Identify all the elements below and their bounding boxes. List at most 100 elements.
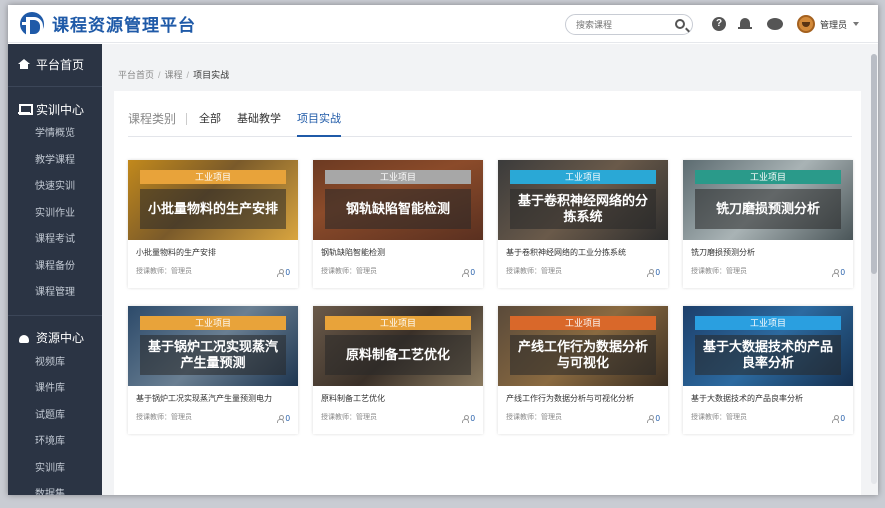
course-tag: 工业项目	[325, 170, 471, 184]
sidebar-item-quick[interactable]: 快速实训	[8, 174, 102, 201]
tab-basic[interactable]: 基础教学	[237, 101, 281, 137]
course-thumbnail[interactable]: 工业项目 铣刀磨损预测分析	[683, 160, 853, 240]
course-teacher: 授课教师：管理员	[321, 268, 377, 275]
top-header: 课程资源管理平台 ? 管理员	[8, 5, 878, 43]
sidebar-item-course-mgmt[interactable]: 课程管理	[8, 280, 102, 307]
course-thumb-title: 基于卷积神经网络的分拣系统	[510, 189, 656, 229]
course-card[interactable]: 工业项目 钢轨缺陷智能检测 钢轨缺陷智能检测 授课教师：管理员 0	[313, 160, 483, 288]
sidebar-item-backup[interactable]: 课程备份	[8, 254, 102, 281]
tab-projects[interactable]: 项目实战	[297, 101, 342, 137]
course-title[interactable]: 铣刀磨损预测分析	[691, 247, 853, 258]
cloud-icon	[18, 333, 30, 343]
chevron-down-icon[interactable]	[853, 22, 859, 26]
course-count-value: 0	[655, 414, 660, 423]
course-title[interactable]: 原料制备工艺优化	[321, 393, 483, 404]
breadcrumb-separator: /	[186, 70, 190, 80]
course-thumb-title: 原料制备工艺优化	[325, 335, 471, 375]
app-window: 课程资源管理平台 ? 管理员 平台首页 实训中心 学情概览 教学课程 快速实训 …	[8, 5, 878, 495]
course-tag: 工业项目	[510, 316, 656, 330]
sidebar-item-env[interactable]: 环境库	[8, 429, 102, 456]
search-icon[interactable]	[675, 19, 685, 29]
course-title[interactable]: 基于卷积神经网络的工业分拣系统	[506, 247, 668, 258]
bell-icon[interactable]	[738, 17, 752, 31]
course-thumb-title: 产线工作行为数据分析与可视化	[510, 335, 656, 375]
course-tag: 工业项目	[140, 316, 286, 330]
tab-all[interactable]: 全部	[199, 101, 221, 137]
sidebar-divider	[8, 314, 102, 316]
scrollbar-thumb[interactable]	[871, 54, 877, 274]
course-title[interactable]: 基于锅炉工况实现蒸汽产生量预测电力	[136, 393, 298, 404]
breadcrumb-course[interactable]: 课程	[165, 70, 183, 80]
course-title[interactable]: 钢轨缺陷智能检测	[321, 247, 483, 258]
course-teacher: 授课教师：管理员	[321, 414, 377, 421]
sidebar-item-slides[interactable]: 课件库	[8, 376, 102, 403]
course-enroll-count: 0	[461, 414, 475, 423]
course-teacher: 授课教师：管理员	[506, 268, 562, 275]
scrollbar[interactable]	[871, 54, 877, 484]
course-thumbnail[interactable]: 工业项目产线工作行为数据分析与可视化	[498, 306, 668, 386]
course-panel: 课程类别 全部 基础教学 项目实战 工业项目 小批量物料的生产安排 小批量物料的生产…	[114, 91, 861, 495]
course-card[interactable]: 工业项目 小批量物料的生产安排 小批量物料的生产安排 授课教师：管理员 0	[128, 160, 298, 288]
message-icon[interactable]	[767, 18, 783, 30]
avatar[interactable]	[797, 15, 815, 33]
sidebar-item-video[interactable]: 视频库	[8, 350, 102, 377]
sidebar-item-homework[interactable]: 实训作业	[8, 201, 102, 228]
sidebar-section-label: 实训中心	[36, 102, 85, 117]
sidebar-section-resources[interactable]: 资源中心	[8, 326, 102, 350]
course-enroll-count: 0	[831, 268, 845, 277]
category-tabs: 课程类别 全部 基础教学 项目实战	[128, 101, 852, 137]
course-card[interactable]: 工业项目基于卷积神经网络的分拣系统基于卷积神经网络的工业分拣系统授课教师：管理员…	[498, 160, 668, 288]
sidebar-item-labs[interactable]: 实训库	[8, 456, 102, 483]
category-label: 课程类别	[128, 112, 188, 125]
course-enroll-count: 0	[461, 268, 475, 277]
course-thumb-title: 小批量物料的生产安排	[140, 189, 286, 229]
sidebar-item-datasets[interactable]: 数据集	[8, 482, 102, 495]
search-input[interactable]	[576, 19, 666, 30]
course-thumb-title: 基于大数据技术的产品良率分析	[695, 335, 841, 375]
course-count-value: 0	[840, 268, 845, 277]
course-thumbnail[interactable]: 工业项目基于卷积神经网络的分拣系统	[498, 160, 668, 240]
sidebar-item-exam[interactable]: 课程考试	[8, 227, 102, 254]
breadcrumb-home[interactable]: 平台首页	[118, 70, 154, 80]
course-tag: 工业项目	[695, 316, 841, 330]
main-content: 平台首页 / 课程 / 项目实战 课程类别 全部 基础教学 项目实战 工业项目 小批量物料…	[102, 44, 878, 495]
course-thumbnail[interactable]: 工业项目 基于锅炉工况实现蒸汽产生量预测	[128, 306, 298, 386]
breadcrumb: 平台首页 / 课程 / 项目实战	[118, 68, 229, 81]
course-thumbnail[interactable]: 工业项目钢轨缺陷智能检测	[313, 160, 483, 240]
course-card[interactable]: 工业项目 基于大数据技术的产品良率分析 基于大数据技术的产品良率分析 授课教师：管理员…	[683, 306, 853, 434]
user-name[interactable]: 管理员	[820, 18, 847, 31]
course-thumbnail[interactable]: 工业项目小批量物料的生产安排	[128, 160, 298, 240]
course-count-value: 0	[655, 268, 660, 277]
sidebar-item-overview[interactable]: 学情概览	[8, 121, 102, 148]
user-icon	[276, 268, 284, 277]
course-tag: 工业项目	[140, 170, 286, 184]
course-card[interactable]: 工业项目 铣刀磨损预测分析 铣刀磨损预测分析 授课教师：管理员 0	[683, 160, 853, 288]
course-thumb-title: 钢轨缺陷智能检测	[325, 189, 471, 229]
breadcrumb-current: 项目实战	[193, 70, 230, 80]
user-icon	[461, 268, 469, 277]
app-title: 课程资源管理平台	[52, 16, 196, 35]
course-thumbnail[interactable]: 工业项目 原料制备工艺优化	[313, 306, 483, 386]
search-box[interactable]	[565, 14, 693, 35]
course-thumbnail[interactable]: 工业项目基于大数据技术的产品良率分析	[683, 306, 853, 386]
sidebar-item-teaching[interactable]: 教学课程	[8, 148, 102, 175]
course-card[interactable]: 工业项目 原料制备工艺优化 原料制备工艺优化 授课教师：管理员 0	[313, 306, 483, 434]
course-card[interactable]: 工业项目 基于锅炉工况实现蒸汽产生量预测 基于锅炉工况实现蒸汽产生量预测电力 授课教师…	[128, 306, 298, 434]
course-tag: 工业项目	[695, 170, 841, 184]
sidebar-section-training[interactable]: 实训中心	[8, 97, 102, 121]
course-tag: 工业项目	[510, 170, 656, 184]
course-count-value: 0	[285, 414, 290, 423]
user-icon	[276, 414, 284, 423]
sidebar-item-home[interactable]: 平台首页	[8, 52, 102, 76]
breadcrumb-separator: /	[158, 70, 161, 80]
course-teacher: 授课教师：管理员	[136, 268, 192, 275]
course-title[interactable]: 基于大数据技术的产品良率分析	[691, 393, 853, 404]
course-title[interactable]: 小批量物料的生产安排	[136, 247, 298, 258]
course-card[interactable]: 工业项目 产线工作行为数据分析与可视化 产线工作行为数据分析与可视化分析 授课教师：管…	[498, 306, 668, 434]
course-title[interactable]: 产线工作行为数据分析与可视化分析	[506, 393, 668, 404]
sidebar-item-label: 平台首页	[36, 57, 85, 72]
help-icon[interactable]: ?	[712, 17, 726, 31]
sidebar: 平台首页 实训中心 学情概览 教学课程 快速实训 实训作业 课程考试 课程备份 …	[8, 44, 102, 495]
course-enroll-count: 0	[831, 414, 845, 423]
sidebar-item-questions[interactable]: 试题库	[8, 403, 102, 430]
